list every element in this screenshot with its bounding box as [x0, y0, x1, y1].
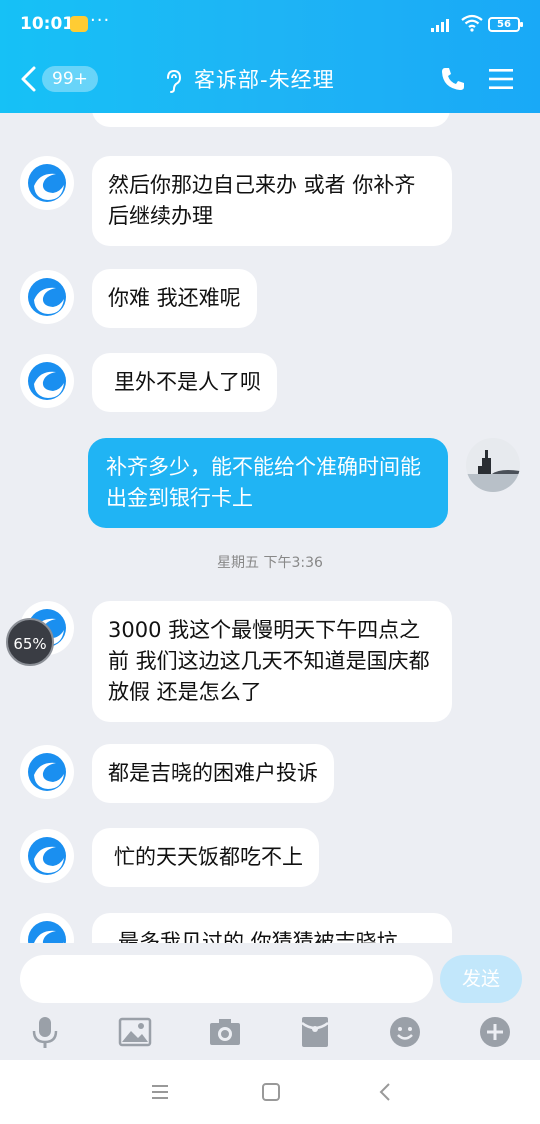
message-bubble-partial [92, 113, 450, 127]
phone-icon[interactable] [440, 66, 466, 92]
contact-avatar[interactable] [20, 156, 74, 210]
floating-progress-badge[interactable]: 65% [6, 618, 54, 666]
contact-avatar[interactable] [20, 354, 74, 408]
status-time: 10:01 [20, 14, 75, 34]
message-bubble: 你难 我还难呢 [92, 269, 257, 328]
microphone-icon[interactable] [28, 1015, 62, 1049]
chat-title: 客诉部-朱经理 [194, 68, 335, 92]
back-icon[interactable] [371, 1078, 399, 1106]
time-separator: 星期五 下午3:36 [217, 555, 323, 571]
camera-icon[interactable] [208, 1015, 242, 1049]
my-avatar[interactable] [466, 438, 520, 492]
system-navigation-bar [0, 1060, 540, 1124]
top-bar: 10:01 ··· 56 99+ 客诉部-朱经理 [0, 0, 540, 113]
message-bubble: 里外不是人了呗 [92, 353, 277, 412]
chat-header: 99+ 客诉部-朱经理 [0, 48, 540, 113]
battery-icon: 56 [488, 17, 523, 32]
emoji-icon[interactable] [388, 1015, 422, 1049]
my-message-bubble: 补齐多少，能不能给个准确时间能出金到银行卡上 [88, 438, 448, 528]
signal-icon [431, 19, 449, 32]
notification-icon [70, 16, 88, 32]
contact-avatar[interactable] [20, 270, 74, 324]
menu-icon[interactable] [488, 67, 514, 91]
contact-avatar[interactable] [20, 745, 74, 799]
home-icon[interactable] [257, 1078, 285, 1106]
red-packet-icon[interactable] [298, 1015, 332, 1049]
message-bubble: 3000 我这个最慢明天下午四点之前 我们这边这几天不知道是国庆都放假 还是怎么… [92, 601, 452, 722]
status-bar: 10:01 ··· 56 [0, 0, 540, 48]
message-input[interactable] [20, 955, 433, 1003]
message-list[interactable]: 然后你那边自己来办 或者 你补齐后继续办理 你难 我还难呢 里外不是人了呗 补齐… [0, 113, 540, 943]
plus-icon[interactable] [478, 1015, 512, 1049]
ear-icon [167, 69, 182, 93]
input-area: 发送 [0, 943, 540, 1060]
unread-count-badge[interactable]: 99+ [42, 66, 98, 92]
message-bubble: 忙的天天饭都吃不上 [92, 828, 319, 887]
back-chevron-icon[interactable] [18, 65, 40, 93]
contact-avatar[interactable] [20, 913, 74, 943]
message-bubble: 最多我见过的 你猜猜被吉晓坑 [92, 913, 452, 943]
message-bubble: 然后你那边自己来办 或者 你补齐后继续办理 [92, 156, 452, 246]
message-bubble: 都是吉晓的困难户投诉 [92, 744, 334, 803]
wifi-icon [461, 14, 483, 32]
more-notifications-indicator: ··· [90, 10, 111, 31]
contact-avatar[interactable] [20, 829, 74, 883]
recent-apps-icon[interactable] [146, 1078, 174, 1106]
send-button[interactable]: 发送 [440, 955, 522, 1003]
image-icon[interactable] [118, 1015, 152, 1049]
